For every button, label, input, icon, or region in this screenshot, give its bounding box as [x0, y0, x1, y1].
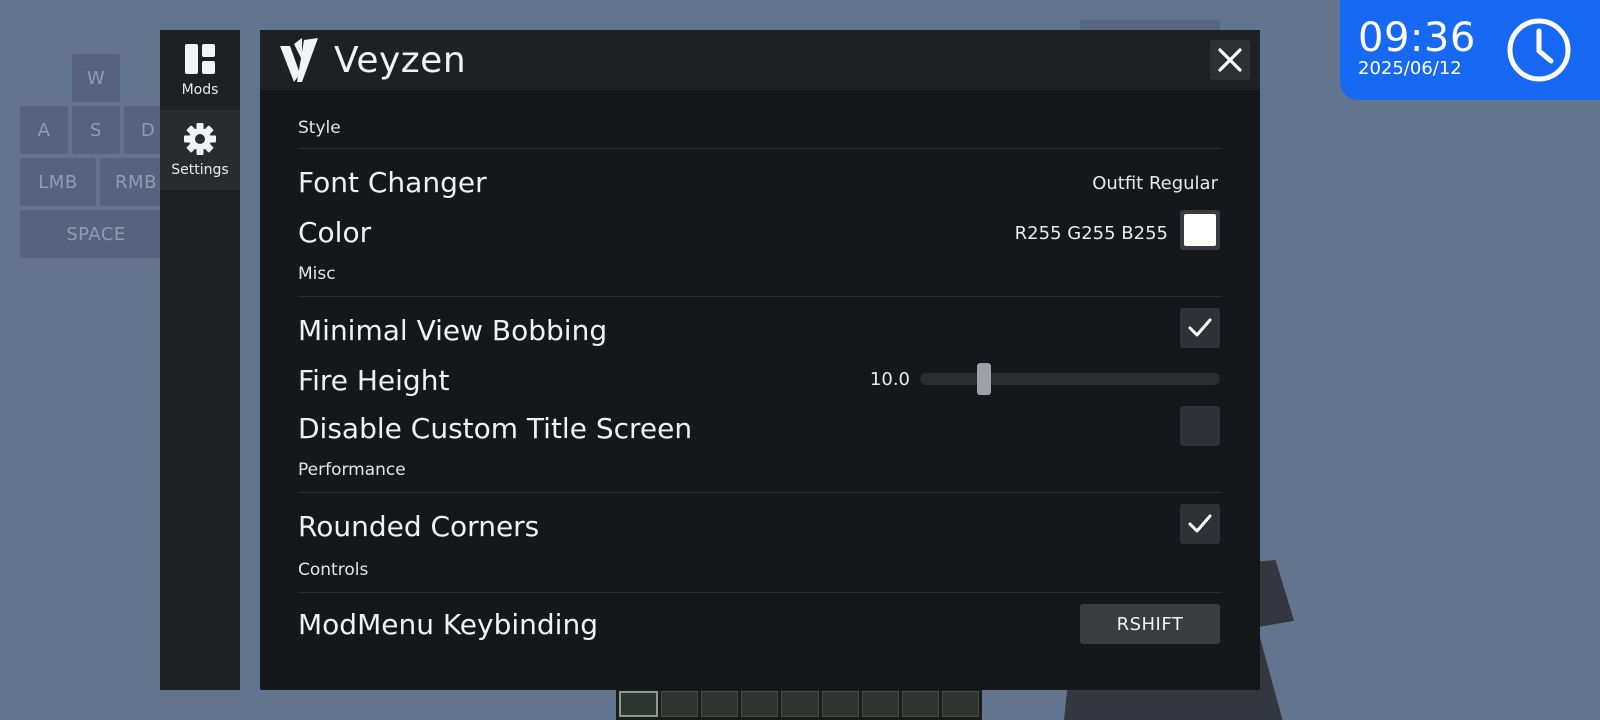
close-icon: [1218, 48, 1242, 72]
key-a: A: [20, 106, 68, 154]
modmenu-keybinding-label: ModMenu Keybinding: [298, 608, 598, 641]
fire-height-slider-thumb[interactable]: [977, 363, 992, 395]
color-label: Color: [298, 216, 372, 249]
hotbar-slot: [661, 691, 699, 717]
hotbar-slot: [861, 691, 899, 717]
disable-custom-title-screen-label: Disable Custom Title Screen: [298, 412, 693, 445]
color-swatch-fill: [1184, 214, 1216, 246]
hotbar-slot: [901, 691, 939, 717]
app-title: Veyzen: [334, 39, 467, 81]
veyzen-logo-icon: [280, 38, 318, 82]
fire-height-label: Fire Height: [298, 364, 450, 397]
clock-date: 2025/06/12: [1358, 58, 1462, 79]
font-changer-value[interactable]: Outfit Regular: [1092, 172, 1218, 196]
font-changer-label: Font Changer: [298, 166, 487, 199]
sidebar: Mods Settings: [160, 30, 240, 690]
section-divider: [298, 148, 1222, 149]
clock-icon: [1507, 18, 1571, 82]
settings-panel: Veyzen Style Font Changer Outfit Regular…: [260, 30, 1260, 690]
modmenu-keybinding-button[interactable]: RSHIFT: [1080, 604, 1220, 644]
sidebar-item-label: Settings: [171, 162, 229, 178]
minimal-view-bobbing-label: Minimal View Bobbing: [298, 314, 608, 347]
checkmark-icon: [1188, 514, 1212, 533]
clock-widget: 09:36 2025/06/12: [1340, 0, 1600, 100]
hotbar-slot: [741, 691, 779, 717]
disable-custom-title-screen-checkbox[interactable]: [1180, 406, 1220, 446]
hotbar-slot: [781, 691, 819, 717]
color-swatch[interactable]: [1180, 210, 1220, 250]
section-title-controls: Controls: [298, 560, 369, 580]
minimal-view-bobbing-checkbox[interactable]: [1180, 308, 1220, 348]
mods-grid-icon: [185, 44, 215, 74]
hotbar: [616, 688, 982, 720]
key-lmb: LMB: [20, 158, 96, 206]
checkmark-icon: [1188, 318, 1212, 337]
key-space: SPACE: [20, 210, 172, 258]
section-title-performance: Performance: [298, 460, 406, 480]
close-button[interactable]: [1210, 40, 1250, 80]
key-w: W: [72, 54, 120, 102]
section-divider: [298, 296, 1222, 297]
section-title-misc: Misc: [298, 264, 336, 284]
section-title-style: Style: [298, 118, 341, 138]
sidebar-item-settings[interactable]: Settings: [160, 110, 240, 190]
fire-height-slider[interactable]: [920, 363, 1220, 395]
hotbar-slot: [701, 691, 739, 717]
sidebar-item-label: Mods: [181, 82, 219, 98]
color-value: R255 G255 B255: [1014, 223, 1168, 244]
hotbar-slot: [941, 691, 979, 717]
fire-height-value: 10.0: [869, 369, 910, 390]
section-divider: [298, 492, 1222, 493]
rounded-corners-label: Rounded Corners: [298, 510, 540, 543]
panel-header: Veyzen: [260, 30, 1260, 90]
gear-icon: [184, 123, 216, 155]
hotbar-slot: [821, 691, 859, 717]
clock-time: 09:36: [1358, 15, 1476, 61]
key-s: S: [72, 106, 120, 154]
hotbar-slot: [619, 691, 659, 717]
rounded-corners-checkbox[interactable]: [1180, 504, 1220, 544]
sidebar-item-mods[interactable]: Mods: [160, 30, 240, 110]
section-divider: [298, 592, 1222, 593]
